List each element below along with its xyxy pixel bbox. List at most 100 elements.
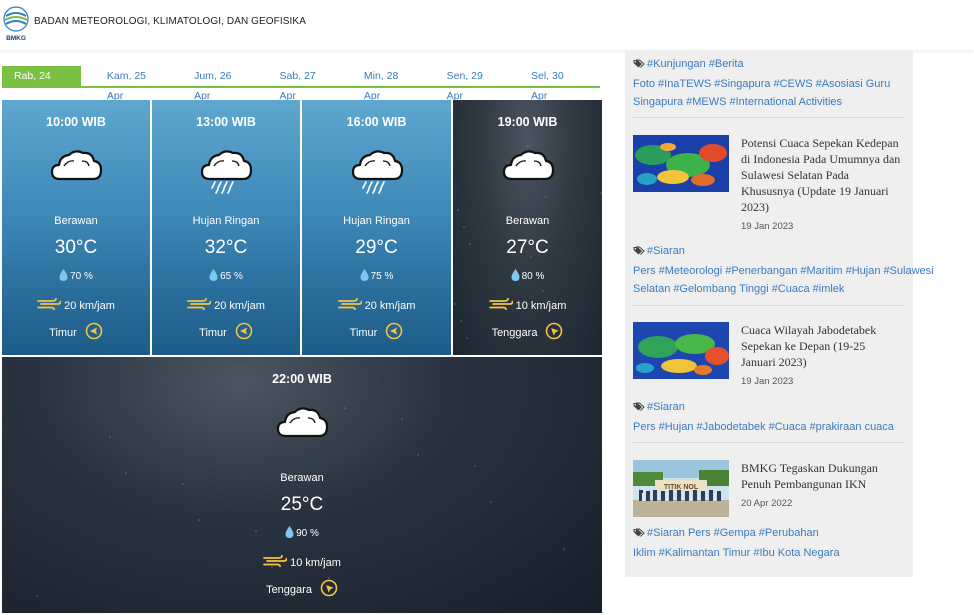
divider [633, 442, 905, 443]
tags-icon [633, 57, 645, 75]
cloudy-icon [48, 146, 104, 201]
news-title[interactable]: Potensi Cuaca Sepekan Kedepan di Indones… [741, 135, 901, 215]
forecast-panel: 22:00 WIB Berawan 25°C 90 % 10 km/jam Tenggar… [2, 357, 602, 613]
humidity-value: 65 % [220, 271, 243, 282]
wind-direction: Tenggara [2, 579, 602, 600]
tab-date[interactable]: Sab, 27 Apr [268, 66, 344, 102]
temperature: 32°C [204, 237, 248, 258]
tab-date[interactable]: Rab, 24 Apr [2, 66, 81, 102]
compass-icon [235, 322, 253, 343]
tag-link[interactable]: #InaTEWS [658, 78, 711, 90]
news-item-3[interactable]: TITIK NOL BMKG Tegaskan Dukungan Penuh P… [633, 460, 905, 530]
compass-icon [545, 322, 563, 343]
wind-speed: 20 km/jam [152, 297, 300, 313]
weather-description: Berawan [280, 472, 324, 484]
tag-link[interactable]: #Maritim [800, 265, 842, 277]
humidity-drop-icon [511, 269, 520, 284]
news-date: 19 Jan 2023 [741, 221, 794, 232]
divider [633, 305, 905, 306]
forecast-time: 22:00 WIB [272, 372, 332, 386]
tag-link[interactable]: #Ibu Kota Negara [753, 547, 839, 559]
compass-icon [85, 322, 103, 343]
wind-speed: 10 km/jam [453, 297, 602, 313]
thumbnail-text: TITIK NOL [664, 484, 699, 491]
weather-description: Berawan [505, 215, 550, 227]
weather-map-thumbnail[interactable] [633, 135, 729, 192]
tag-link[interactable]: #Kalimantan Timur [659, 547, 751, 559]
cloudy-icon [274, 403, 330, 458]
tab-date[interactable]: Jum, 26 Apr [182, 66, 259, 102]
humidity: 65 % [152, 269, 300, 284]
wind-direction-label: Tenggara [266, 583, 312, 596]
weather-description: Berawan [54, 215, 98, 227]
tags-icon [633, 526, 645, 544]
humidity-drop-icon [360, 269, 369, 284]
wind-icon [263, 554, 288, 570]
wind-direction-label: Timur [199, 326, 227, 339]
wind-direction-label: Timur [49, 326, 77, 339]
wind-value: 20 km/jam [364, 299, 416, 312]
tag-link[interactable]: #Gelombang Tinggi [673, 283, 768, 295]
news-item-2[interactable]: Cuaca Wilayah Jabodetabek Sepekan ke Dep… [633, 322, 905, 402]
tab-date[interactable]: Kam, 25 Apr [95, 66, 174, 102]
light-rain-icon [198, 146, 254, 201]
tag-link[interactable]: #Kunjungan [647, 58, 706, 70]
forecast-time: 19:00 WIB [497, 115, 558, 129]
tag-link[interactable]: #Siaran Pers [647, 527, 711, 539]
tag-link[interactable]: #Hujan [659, 421, 694, 433]
org-name[interactable]: BADAN METEOROLOGI, KLIMATOLOGI, DAN GEOF… [34, 16, 306, 27]
wind-direction-label: Tenggara [491, 326, 538, 339]
light-rain-icon [349, 146, 405, 201]
wind-icon [488, 297, 514, 313]
humidity-drop-icon [209, 269, 218, 284]
tags-icon [633, 400, 645, 418]
humidity-drop-icon [285, 526, 294, 541]
divider [633, 117, 905, 118]
wind-speed: 20 km/jam [2, 297, 150, 313]
news-title[interactable]: BMKG Tegaskan Dukungan Penuh Pembangunan… [741, 460, 901, 492]
weather-description: Hujan Ringan [192, 215, 260, 227]
temperature: 27°C [506, 237, 549, 258]
tag-link[interactable]: #Cuaca [769, 421, 807, 433]
tag-link[interactable]: #CEWS [773, 78, 812, 90]
wind-direction: Tenggara [453, 322, 602, 343]
temperature: 30°C [54, 237, 98, 258]
tab-date[interactable]: Min, 28 Apr [352, 66, 427, 102]
tag-link[interactable]: #Cuaca [772, 283, 810, 295]
temperature: 25°C [280, 494, 324, 515]
cloudy-icon [500, 146, 556, 201]
humidity-value: 80 % [521, 271, 545, 282]
wind-icon [337, 297, 363, 313]
wind-direction: Timur [302, 322, 451, 343]
wind-value: 10 km/jam [515, 299, 567, 312]
forecast-time: 10:00 WIB [46, 115, 106, 129]
news-title[interactable]: Cuaca Wilayah Jabodetabek Sepekan ke Dep… [741, 322, 901, 370]
bmkg-logo[interactable]: BMKG [3, 6, 29, 42]
humidity-value: 90 % [296, 528, 319, 539]
tab-date[interactable]: Sen, 29 Apr [435, 66, 511, 102]
news-item-1[interactable]: Potensi Cuaca Sepekan Kedepan di Indones… [633, 135, 905, 245]
humidity-value: 75 % [370, 271, 394, 282]
tag-link[interactable]: #prakiraan cuaca [810, 421, 894, 433]
news-date: 20 Apr 2022 [741, 498, 793, 509]
tag-link[interactable]: #Gempa [714, 527, 756, 539]
tag-link[interactable]: #Penerbangan [725, 265, 797, 277]
tag-link[interactable]: #MEWS [686, 96, 726, 108]
tag-link[interactable]: #imlek [813, 283, 845, 295]
news-tags-3: #Siaran Pers #Gempa #Perubahan Iklim #Kalim… [633, 524, 905, 562]
forecast-time: 16:00 WIB [346, 115, 407, 129]
tag-link[interactable]: #International Activities [730, 96, 843, 108]
humidity: 75 % [302, 269, 451, 284]
tag-link[interactable]: #Meteorologi [659, 265, 723, 277]
weather-map-thumbnail[interactable] [633, 322, 729, 379]
weather-description: Hujan Ringan [343, 215, 410, 227]
tag-link[interactable]: #Singapura [714, 78, 770, 90]
tag-link[interactable]: #Jabodetabek [696, 421, 765, 433]
wind-direction: Timur [2, 322, 150, 343]
logo-text: BMKG [6, 35, 26, 42]
wind-icon [37, 297, 62, 313]
tab-date[interactable]: Sel, 30 Apr [519, 66, 592, 102]
tag-link[interactable]: #Hujan [846, 265, 881, 277]
group-photo-thumbnail[interactable]: TITIK NOL [633, 460, 729, 517]
humidity: 70 % [2, 269, 150, 284]
